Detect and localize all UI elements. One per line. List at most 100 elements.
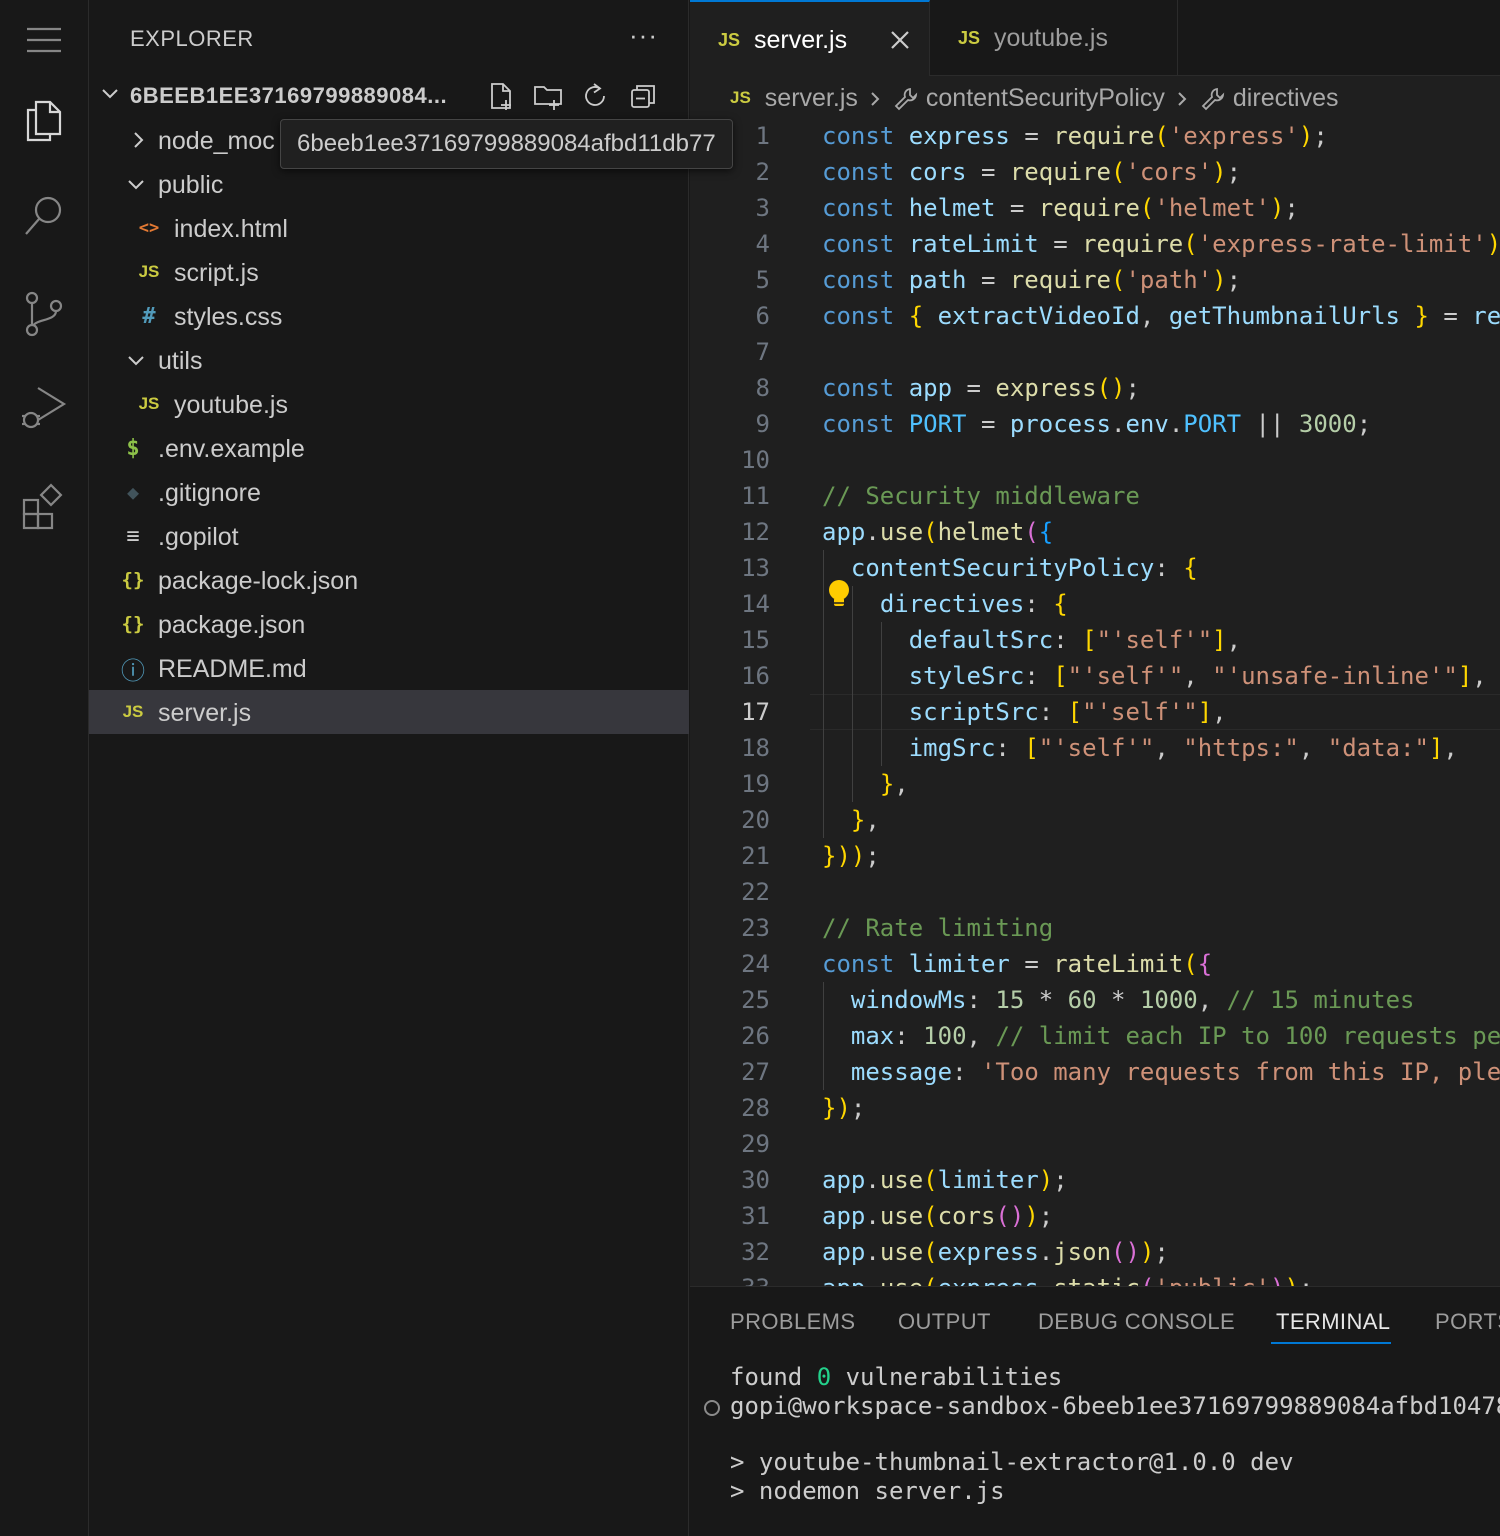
- line-number: 26: [741, 1022, 770, 1050]
- line-number: 11: [741, 482, 770, 510]
- json-file-icon: {}: [121, 569, 145, 591]
- code-text: // Rate limiting: [822, 914, 1054, 942]
- code-line[interactable]: 23 // Rate limiting: [690, 910, 1500, 946]
- tree-item-readme-md[interactable]: ⓘ README.md: [89, 646, 689, 690]
- new-file-icon[interactable]: [483, 78, 519, 114]
- workspace-root-folder[interactable]: 6BEEB1EE37169799889084...: [89, 74, 689, 118]
- tree-item-script-js[interactable]: JS script.js: [89, 250, 689, 294]
- code-line[interactable]: 16 styleSrc: ["'self'", "'unsafe-inline'…: [690, 658, 1500, 694]
- tree-item-package-json[interactable]: {} package.json: [89, 602, 689, 646]
- menu-icon[interactable]: [0, 0, 88, 80]
- search-icon[interactable]: [0, 176, 88, 256]
- bottom-panel: PROBLEMS OUTPUT DEBUG CONSOLE TERMINAL P…: [690, 1286, 1500, 1536]
- collapse-all-icon[interactable]: [625, 78, 661, 114]
- code-line[interactable]: 24 const limiter = rateLimit({: [690, 946, 1500, 982]
- line-number: 27: [741, 1058, 770, 1086]
- code-line[interactable]: 11 // Security middleware: [690, 478, 1500, 514]
- code-text: const limiter = rateLimit({: [822, 950, 1213, 978]
- tree-item-label: script.js: [174, 259, 259, 287]
- code-line[interactable]: 31 app.use(cors());: [690, 1198, 1500, 1234]
- code-line[interactable]: 7: [690, 334, 1500, 370]
- css-file-icon: #: [142, 303, 156, 329]
- code-line[interactable]: 10: [690, 442, 1500, 478]
- tree-item-server-js[interactable]: JS server.js: [89, 690, 689, 734]
- refresh-icon[interactable]: [577, 78, 613, 114]
- line-number: 9: [755, 410, 770, 438]
- code-text: app.use(limiter);: [822, 1166, 1068, 1194]
- code-line[interactable]: 2 const cors = require('cors');: [690, 154, 1500, 190]
- line-number: 29: [741, 1130, 770, 1158]
- tree-item-label: public: [158, 171, 224, 199]
- source-control-icon[interactable]: [0, 274, 88, 354]
- tab-terminal[interactable]: TERMINAL: [1276, 1309, 1390, 1335]
- code-line[interactable]: 21}));: [690, 838, 1500, 874]
- code-text: styleSrc: ["'self'", "'unsafe-inline'"],: [908, 662, 1487, 690]
- line-number: 28: [741, 1094, 770, 1122]
- code-line[interactable]: 14 directives: {: [690, 586, 1500, 622]
- breadcrumb-file[interactable]: server.js: [765, 84, 858, 113]
- close-icon[interactable]: [888, 28, 912, 52]
- code-line[interactable]: 22: [690, 874, 1500, 910]
- tree-item-package-lock-json[interactable]: {} package-lock.json: [89, 558, 689, 602]
- code-text: const rateLimit = require('express-rate-…: [822, 230, 1500, 258]
- tree-item-gitignore[interactable]: ◆ .gitignore: [89, 470, 689, 514]
- code-line[interactable]: 32 app.use(express.json());: [690, 1234, 1500, 1270]
- code-line[interactable]: 26 max: 100, // limit each IP to 100 req…: [690, 1018, 1500, 1054]
- indent-guide: [823, 982, 824, 1090]
- code-line[interactable]: 13 contentSecurityPolicy: {: [690, 550, 1500, 586]
- active-tab-indicator: [1271, 1342, 1391, 1344]
- code-line[interactable]: 5 const path = require('path');: [690, 262, 1500, 298]
- tree-item-youtube-js[interactable]: JS youtube.js: [89, 382, 689, 426]
- code-line[interactable]: 4 const rateLimit = require('express-rate…: [690, 226, 1500, 262]
- tab-output[interactable]: OUTPUT: [898, 1309, 991, 1335]
- code-line[interactable]: 15 defaultSrc: ["'self'"],: [690, 622, 1500, 658]
- line-number: 16: [741, 662, 770, 690]
- run-debug-icon[interactable]: [0, 368, 88, 448]
- terminal-line: found 0 vulnerabilities: [730, 1363, 1063, 1391]
- breadcrumb-symbol[interactable]: directives: [1233, 84, 1339, 113]
- line-number: 33: [690, 1270, 770, 1286]
- code-line[interactable]: 29: [690, 1126, 1500, 1162]
- line-number: 18: [741, 734, 770, 762]
- tab-debug-console[interactable]: DEBUG CONSOLE: [1038, 1309, 1235, 1335]
- extensions-icon[interactable]: [0, 466, 88, 546]
- code-line[interactable]: 27 message: 'Too many requests from this…: [690, 1054, 1500, 1090]
- code-line[interactable]: 25 windowMs: 15 * 60 * 1000, // 15 minut…: [690, 982, 1500, 1018]
- line-number: 10: [741, 446, 770, 474]
- new-folder-icon[interactable]: [530, 78, 566, 114]
- code-line[interactable]: 33 app.use(express.static('public'));: [690, 1270, 1500, 1286]
- code-line[interactable]: 18 imgSrc: ["'self'", "https:", "data:"]…: [690, 730, 1500, 766]
- terminal-line: gopi@workspace-sandbox-6beeb1ee371697998…: [730, 1392, 1500, 1420]
- more-actions-icon[interactable]: ···: [629, 20, 658, 51]
- code-line[interactable]: 17 scriptSrc: ["'self'"],: [690, 694, 1500, 730]
- code-text: });: [822, 1094, 866, 1122]
- code-line[interactable]: 30 app.use(limiter);: [690, 1162, 1500, 1198]
- tab-ports[interactable]: PORTS: [1435, 1309, 1500, 1335]
- js-file-icon: JS: [138, 394, 160, 413]
- tab-server-js[interactable]: JS server.js: [690, 0, 930, 76]
- tree-item-gopilot[interactable]: ≡ .gopilot: [89, 514, 689, 558]
- code-line[interactable]: 20 },: [690, 802, 1500, 838]
- code-line[interactable]: 9 const PORT = process.env.PORT || 3000;: [690, 406, 1500, 442]
- tree-item-utils[interactable]: utils: [89, 338, 689, 382]
- tab-problems[interactable]: PROBLEMS: [730, 1309, 855, 1335]
- tab-label: server.js: [754, 26, 848, 54]
- code-line[interactable]: 1 const express = require('express');: [690, 118, 1500, 154]
- explorer-icon[interactable]: [0, 80, 88, 160]
- code-text: directives: {: [879, 590, 1068, 618]
- tree-item-env-example[interactable]: $ .env.example: [89, 426, 689, 470]
- code-line[interactable]: 6 const { extractVideoId, getThumbnailUrl…: [690, 298, 1500, 334]
- code-line[interactable]: 19 },: [690, 766, 1500, 802]
- breadcrumb-symbol[interactable]: contentSecurityPolicy: [926, 84, 1165, 113]
- lightbulb-icon[interactable]: [826, 578, 852, 610]
- tree-item-index-html[interactable]: <> index.html: [89, 206, 689, 250]
- js-file-icon: JS: [958, 28, 981, 48]
- tab-youtube-js[interactable]: JS youtube.js: [930, 0, 1178, 76]
- tree-item-styles-css[interactable]: # styles.css: [89, 294, 689, 338]
- code-line[interactable]: 3 const helmet = require('helmet');: [690, 190, 1500, 226]
- wrench-icon: [1199, 83, 1233, 112]
- tree-item-label: .gitignore: [158, 479, 261, 507]
- code-line[interactable]: 8 const app = express();: [690, 370, 1500, 406]
- code-line[interactable]: 12 app.use(helmet({: [690, 514, 1500, 550]
- code-line[interactable]: 28});: [690, 1090, 1500, 1126]
